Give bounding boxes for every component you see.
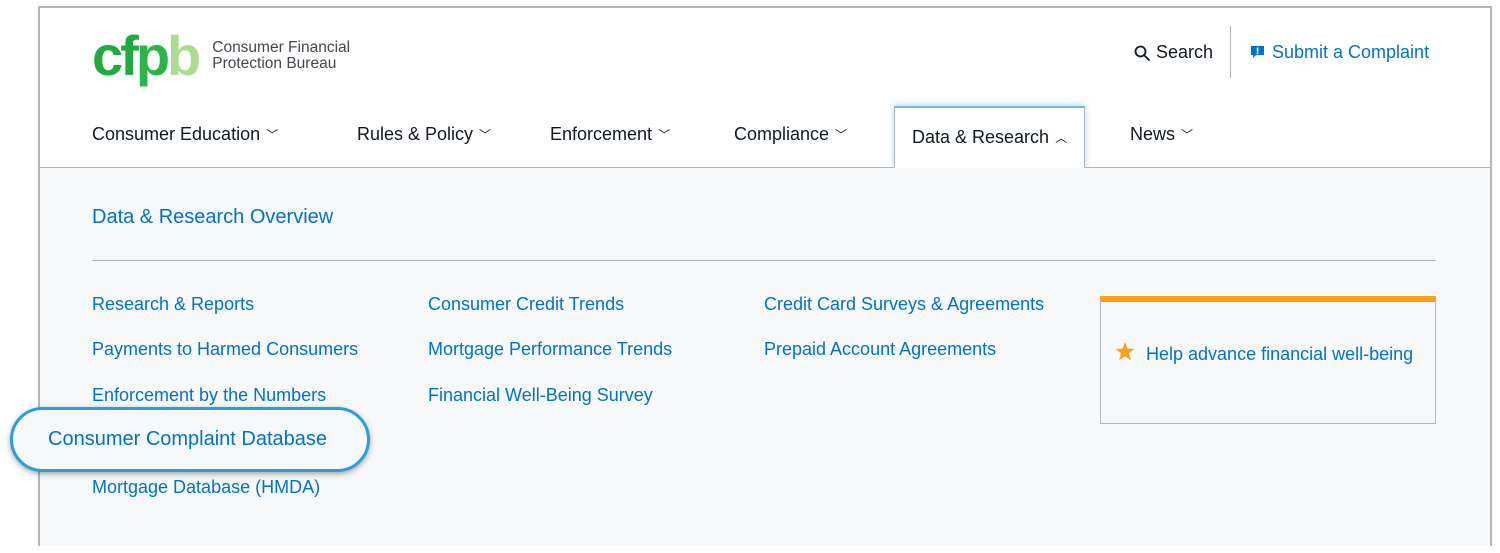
nav-label: Compliance bbox=[734, 124, 830, 144]
consumer-complaint-database-link[interactable]: Consumer Complaint Database bbox=[10, 407, 370, 472]
chevron-down-icon: ﹀ bbox=[658, 128, 671, 142]
chevron-down-icon: ﹀ bbox=[835, 128, 848, 142]
payments-harmed-consumers-link[interactable]: Payments to Harmed Consumers bbox=[92, 339, 358, 360]
chevron-down-icon: ﹀ bbox=[266, 128, 279, 142]
callout-link[interactable]: Help advance financial well-being bbox=[1146, 342, 1416, 367]
panel-divider bbox=[92, 260, 1436, 261]
nav-data-research[interactable]: Data & Research ︿ bbox=[894, 106, 1086, 168]
credit-card-surveys-link[interactable]: Credit Card Surveys & Agreements bbox=[764, 294, 1044, 315]
prepaid-account-agreements-link[interactable]: Prepaid Account Agreements bbox=[764, 339, 996, 360]
site-header: cfpb Consumer Financial Protection Burea… bbox=[40, 8, 1490, 106]
nav-consumer-education[interactable]: Consumer Education ﹀ bbox=[92, 124, 278, 145]
submit-complaint-label: Submit a Complaint bbox=[1272, 42, 1430, 62]
search-icon bbox=[1134, 45, 1150, 61]
callout-card: Help advance financial well-being bbox=[1100, 296, 1436, 424]
logo-line-2: Protection Bureau bbox=[212, 55, 337, 72]
speech-bubble-alert-icon bbox=[1251, 46, 1264, 58]
submit-complaint-link[interactable]: Submit a Complaint bbox=[1250, 42, 1429, 63]
nav-label: News bbox=[1130, 124, 1176, 144]
logo-line-1: Consumer Financial bbox=[212, 39, 351, 56]
search-label: Search bbox=[1156, 42, 1214, 62]
nav-enforcement[interactable]: Enforcement ﹀ bbox=[550, 124, 670, 145]
mortgage-performance-trends-link[interactable]: Mortgage Performance Trends bbox=[428, 339, 672, 360]
main-nav: Consumer Education ﹀ Rules & Policy ﹀ Enfo… bbox=[40, 106, 1490, 168]
logo-mark: cfpb bbox=[92, 24, 201, 87]
nav-label: Enforcement bbox=[550, 124, 653, 144]
financial-wellbeing-survey-link[interactable]: Financial Well-Being Survey bbox=[428, 385, 653, 406]
nav-label: Data & Research bbox=[912, 127, 1050, 147]
nav-rules-policy[interactable]: Rules & Policy ﹀ bbox=[357, 124, 491, 145]
nav-label: Consumer Education bbox=[92, 124, 261, 144]
nav-label: Rules & Policy bbox=[357, 124, 474, 144]
cfpb-logo[interactable]: cfpb Consumer Financial Protection Burea… bbox=[92, 28, 350, 84]
search-button[interactable]: Search bbox=[1134, 42, 1213, 63]
mega-menu-panel: Data & Research Overview Research & Repo… bbox=[40, 168, 1490, 546]
data-research-overview-link[interactable]: Data & Research Overview bbox=[92, 206, 333, 229]
research-reports-link[interactable]: Research & Reports bbox=[92, 294, 254, 315]
header-divider bbox=[1230, 26, 1231, 78]
logo-text: Consumer Financial Protection Bureau bbox=[212, 40, 350, 72]
enforcement-numbers-link[interactable]: Enforcement by the Numbers bbox=[92, 385, 326, 406]
nav-news[interactable]: News ﹀ bbox=[1130, 124, 1193, 145]
star-icon bbox=[1115, 342, 1135, 361]
chevron-down-icon: ﹀ bbox=[1181, 128, 1194, 142]
chevron-down-icon: ﹀ bbox=[479, 128, 492, 142]
nav-compliance[interactable]: Compliance ﹀ bbox=[734, 124, 847, 145]
consumer-credit-trends-link[interactable]: Consumer Credit Trends bbox=[428, 294, 624, 315]
mortgage-database-link[interactable]: Mortgage Database (HMDA) bbox=[92, 477, 320, 498]
chevron-up-icon: ︿ bbox=[1055, 131, 1068, 145]
